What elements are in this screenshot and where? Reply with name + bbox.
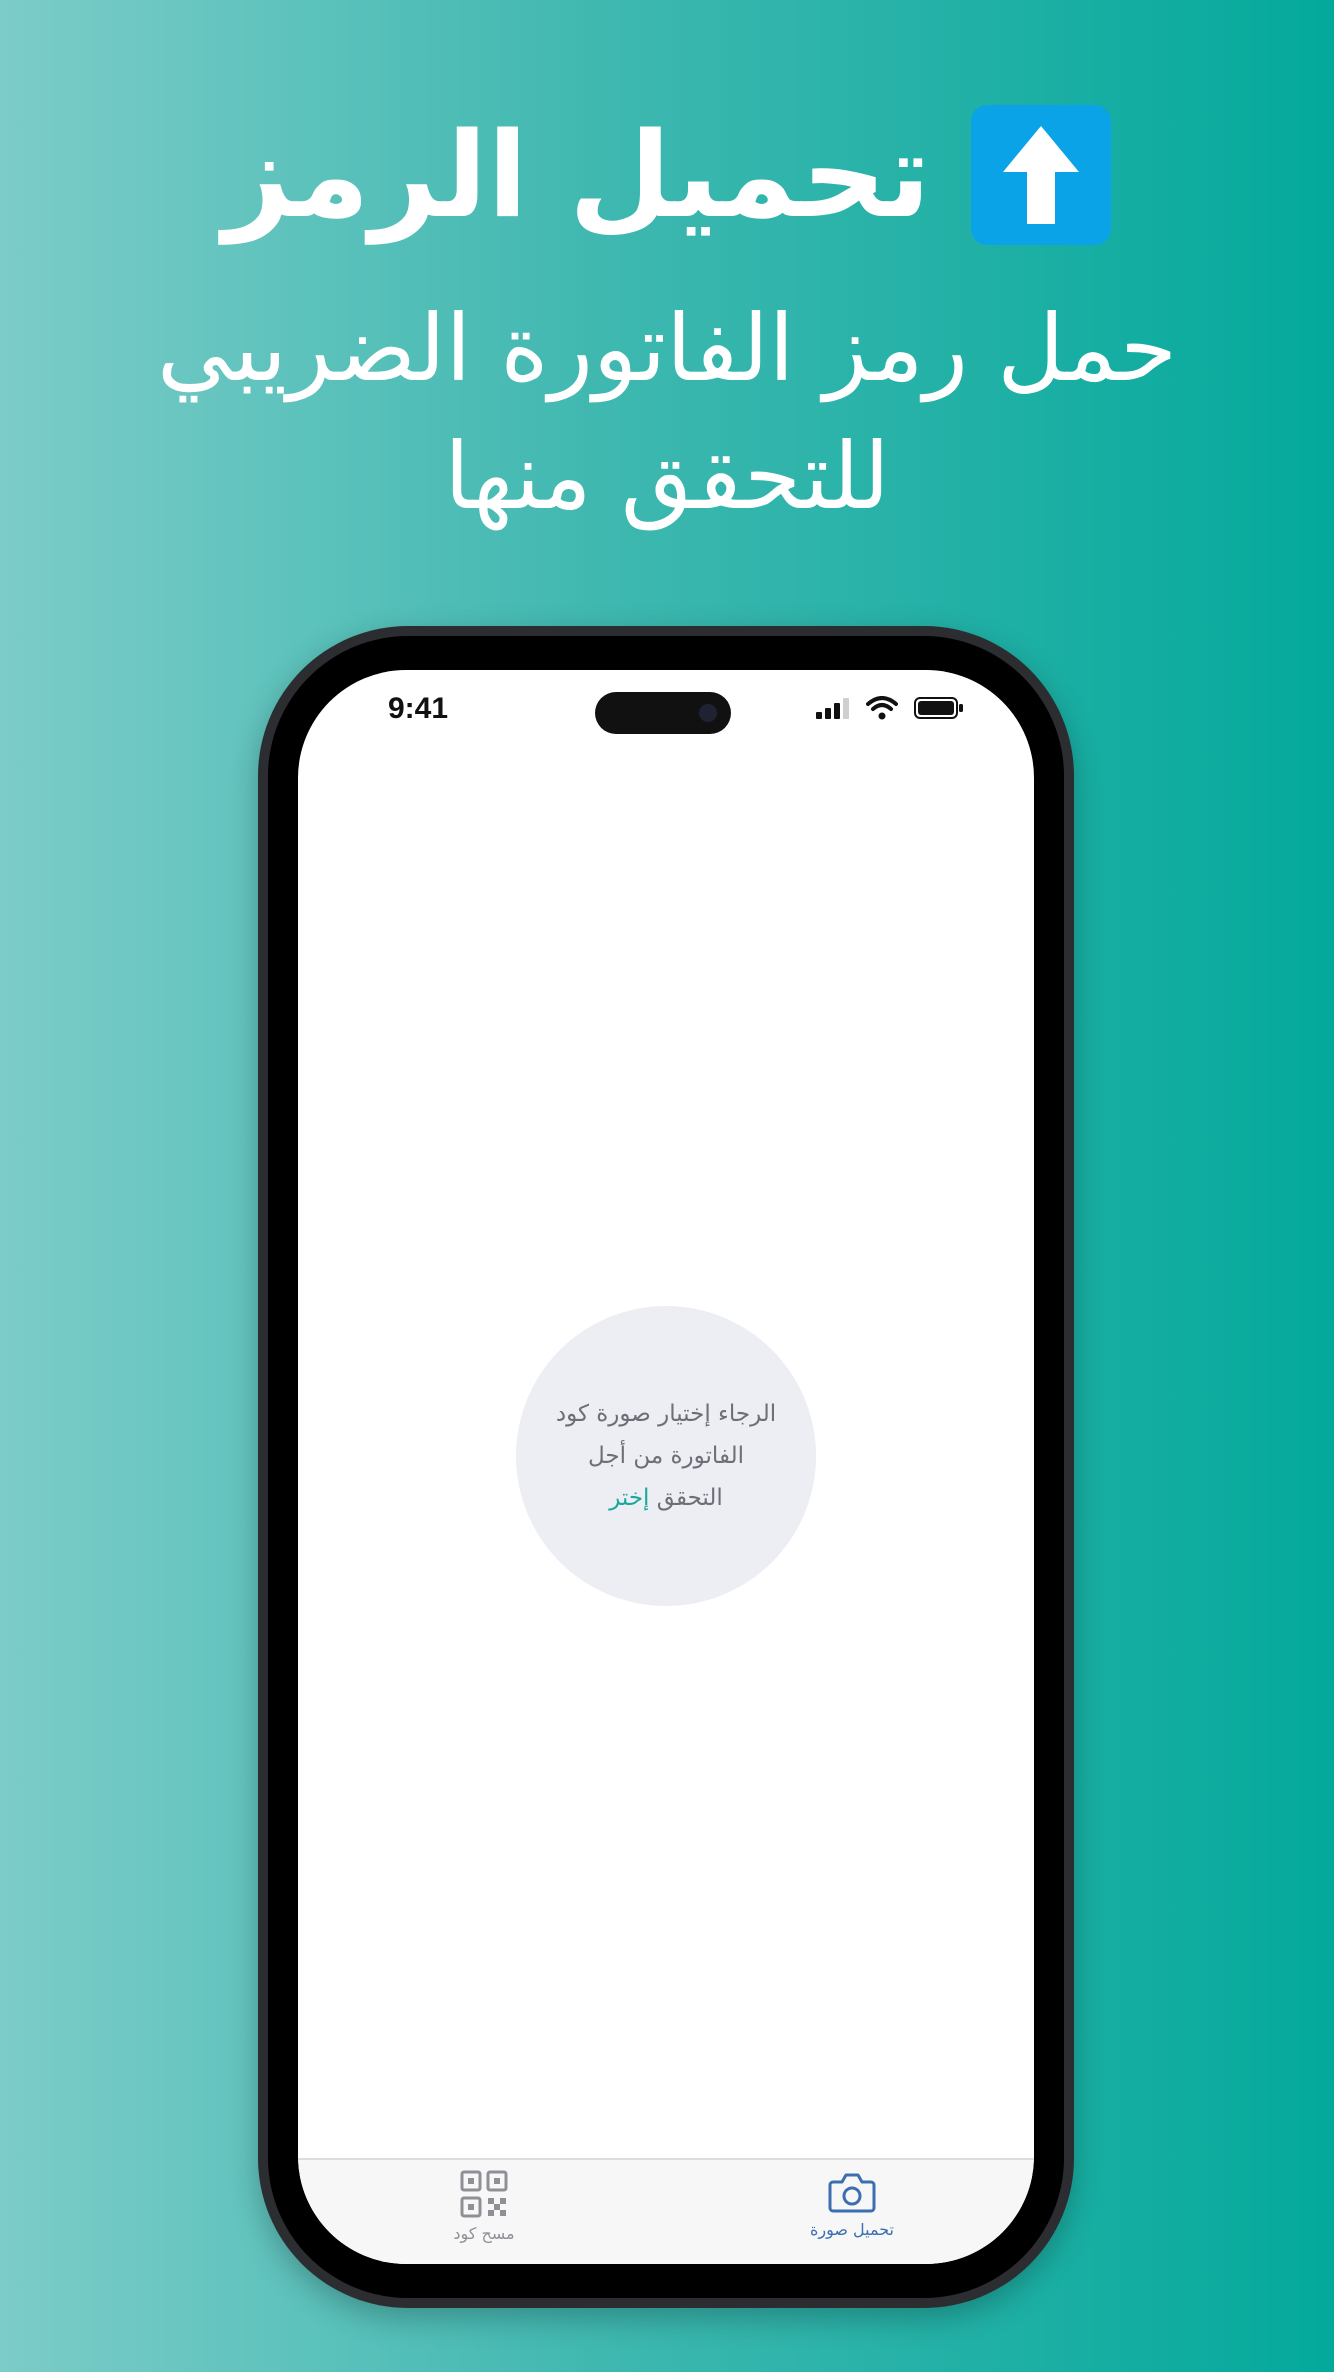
signal-icon	[816, 698, 849, 719]
tab-scan-code[interactable]: مسح كود	[404, 2170, 564, 2256]
status-bar: 9:41	[298, 670, 1034, 750]
hero-title-row: تحميل الرمز	[0, 95, 1334, 255]
image-picker[interactable]: الرجاء إختيار صورة كود الفاتورة من أجل ا…	[516, 1306, 816, 1606]
camera-lens	[699, 704, 717, 722]
tab-upload-label: تحميل صورة	[809, 2220, 895, 2239]
battery-icon	[914, 697, 963, 719]
choose-link[interactable]: إختر	[609, 1485, 649, 1511]
qr-code-icon	[460, 2170, 508, 2218]
phone-screen: 9:41 الرجاء إختيار صورة كود الفاتورة من …	[298, 670, 1034, 2264]
picker-line2: الفاتورة من أجل	[588, 1443, 744, 1469]
picker-text: الرجاء إختيار صورة كود الفاتورة من أجل ا…	[531, 1393, 801, 1519]
picker-line3: التحقق إختر	[531, 1477, 801, 1519]
hero-subtitle: حمل رمز الفاتورة الضريبي للتحقق منها	[80, 285, 1254, 541]
hero-title: تحميل الرمز	[223, 106, 931, 244]
picker-line3-text: التحقق	[656, 1485, 723, 1511]
phone-frame: 9:41 الرجاء إختيار صورة كود الفاتورة من …	[258, 626, 1074, 2308]
camera-icon	[828, 2173, 876, 2213]
picker-line1: الرجاء إختيار صورة كود	[555, 1401, 777, 1427]
wifi-icon	[866, 696, 898, 720]
upload-arrow-icon	[970, 105, 1111, 245]
status-time: 9:41	[388, 692, 449, 725]
tab-upload-image[interactable]: تحميل صورة	[772, 2170, 932, 2256]
hero-subtitle-line1: حمل رمز الفاتورة الضريبي	[156, 295, 1178, 402]
dynamic-island	[595, 692, 731, 734]
status-icons	[816, 696, 964, 720]
hero-subtitle-line2: للتحقق منها	[444, 423, 890, 530]
tab-bar: مسح كود تحميل صورة	[298, 2158, 1034, 2264]
tab-scan-label: مسح كود	[453, 2224, 515, 2243]
